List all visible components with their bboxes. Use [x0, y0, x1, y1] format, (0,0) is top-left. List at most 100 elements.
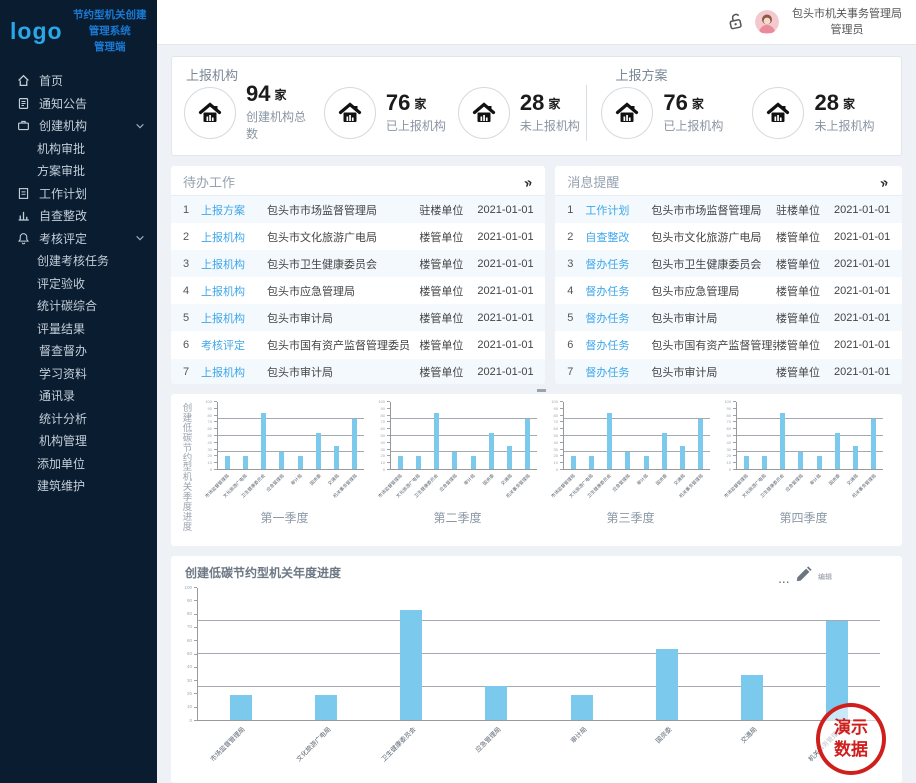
sidebar-subitem[interactable]: 创建考核任务 — [0, 249, 157, 272]
row-date: 2021-01-01 — [834, 312, 902, 324]
bar[interactable] — [662, 433, 667, 469]
row-type-link[interactable]: 督办任务 — [585, 256, 651, 272]
bar[interactable] — [230, 695, 252, 720]
row-type-link[interactable]: 考核评定 — [201, 337, 267, 353]
bar[interactable] — [656, 649, 678, 720]
bar[interactable] — [871, 419, 876, 469]
gridline — [391, 451, 537, 452]
row-type-link[interactable]: 督办任务 — [585, 337, 651, 353]
sidebar-subitem[interactable]: 建筑维护 — [0, 474, 157, 497]
bar[interactable] — [416, 456, 421, 469]
bar[interactable] — [400, 610, 422, 720]
sidebar-item[interactable]: 学习资料 — [0, 362, 157, 385]
row-type-link[interactable]: 督办任务 — [585, 310, 651, 326]
sidebar-item[interactable]: 通讯录 — [0, 384, 157, 407]
bar[interactable] — [507, 446, 512, 469]
bar[interactable] — [835, 433, 840, 469]
row-type-link[interactable]: 自查整改 — [585, 229, 651, 245]
chart-plot-area — [197, 588, 880, 721]
bar[interactable] — [316, 433, 321, 469]
row-type-link[interactable]: 上报机构 — [201, 364, 267, 380]
row-type-link[interactable]: 上报方案 — [201, 202, 267, 218]
demo-data-stamp: 演示 数据 — [816, 703, 886, 775]
bar[interactable] — [744, 456, 749, 469]
row-index: 4 — [171, 285, 201, 297]
bar[interactable] — [698, 419, 703, 469]
sidebar-subitem[interactable]: 评量结果 — [0, 317, 157, 340]
edit-button[interactable]: ... 编辑 — [779, 564, 832, 584]
bar[interactable] — [398, 456, 403, 469]
bar[interactable] — [853, 446, 858, 469]
row-type-link[interactable]: 上报机构 — [201, 256, 267, 272]
sidebar-item[interactable]: 工作计划 — [0, 182, 157, 205]
sidebar-subitem[interactable]: 方案审批 — [0, 159, 157, 182]
sidebar-item-label: 考核评定 — [39, 230, 87, 247]
messages-more-icon[interactable]: » — [878, 174, 890, 190]
bar[interactable] — [571, 695, 593, 720]
bar[interactable] — [243, 456, 248, 469]
sidebar-subitem[interactable]: 机构审批 — [0, 137, 157, 160]
row-index: 3 — [555, 258, 585, 270]
bar[interactable] — [279, 452, 284, 469]
bar[interactable] — [780, 413, 785, 469]
bar[interactable] — [485, 686, 507, 720]
sidebar-item-label: 工作计划 — [39, 185, 87, 202]
bar[interactable] — [762, 456, 767, 469]
bar[interactable] — [525, 419, 530, 469]
avatar[interactable] — [755, 10, 779, 34]
bar[interactable] — [644, 456, 649, 469]
y-tick-label: 20 — [187, 692, 192, 697]
bar[interactable] — [489, 433, 494, 469]
table-row: 7督办任务包头市审计局楼管单位2021-01-01 — [555, 359, 902, 384]
sidebar-item[interactable]: 首页 — [0, 69, 157, 92]
sidebar-subitem[interactable]: 统计碳综合 — [0, 294, 157, 317]
bar[interactable] — [261, 413, 266, 469]
row-type-link[interactable]: 督办任务 — [585, 283, 651, 299]
row-type-link[interactable]: 上报机构 — [201, 310, 267, 326]
bar[interactable] — [607, 413, 612, 469]
bar[interactable] — [334, 446, 339, 469]
bar[interactable] — [680, 446, 685, 469]
bar[interactable] — [798, 452, 803, 469]
messages-table: 1工作计划包头市市场监督管理局驻楼单位2021-01-012自查整改包头市文化旅… — [555, 196, 902, 384]
bar[interactable] — [298, 456, 303, 469]
bar[interactable] — [452, 452, 457, 469]
sidebar-item[interactable]: 通知公告 — [0, 92, 157, 115]
sidebar-item[interactable]: 创建机构 — [0, 114, 157, 137]
bar[interactable] — [625, 452, 630, 469]
sidebar-item[interactable]: 统计分析 — [0, 407, 157, 430]
stat-circle — [184, 87, 236, 139]
bar[interactable] — [817, 456, 822, 469]
bar[interactable] — [571, 456, 576, 469]
bar[interactable] — [352, 419, 357, 469]
user-info[interactable]: 包头市机关事务管理局 管理员 — [788, 6, 906, 39]
messages-panel-header: 消息提醒 » — [555, 166, 902, 196]
x-tick-label: 国资委 — [655, 473, 669, 487]
building-icon — [766, 101, 790, 125]
row-unit-type: 驻楼单位 — [419, 202, 477, 218]
sidebar-subitem[interactable]: 添加单位 — [0, 452, 157, 475]
y-tick-label: 100 — [184, 586, 192, 591]
row-type-link[interactable]: 工作计划 — [585, 202, 651, 218]
sidebar-item[interactable]: 督查督办 — [0, 339, 157, 362]
quarter-chart-title: 第四季度 — [724, 510, 883, 526]
y-tick-label: 10 — [727, 461, 731, 465]
row-unit-type: 楼管单位 — [419, 337, 477, 353]
sidebar-subitem[interactable]: 评定验收 — [0, 272, 157, 295]
row-type-link[interactable]: 上报机构 — [201, 283, 267, 299]
building-icon — [615, 101, 639, 125]
bar[interactable] — [589, 456, 594, 469]
unlock-icon[interactable] — [724, 10, 748, 34]
todo-more-icon[interactable]: » — [522, 174, 534, 190]
sidebar-item[interactable]: 考核评定 — [0, 227, 157, 250]
sidebar-item[interactable]: 机构管理 — [0, 429, 157, 452]
bar[interactable] — [434, 413, 439, 469]
bar[interactable] — [471, 456, 476, 469]
sidebar-item[interactable]: 自查整改 — [0, 204, 157, 227]
row-type-link[interactable]: 上报机构 — [201, 229, 267, 245]
bar[interactable] — [225, 456, 230, 469]
bar[interactable] — [315, 695, 337, 720]
row-type-link[interactable]: 督办任务 — [585, 364, 651, 380]
bar[interactable] — [741, 675, 763, 720]
x-tick-label: 卫生健康委员会 — [378, 724, 417, 763]
